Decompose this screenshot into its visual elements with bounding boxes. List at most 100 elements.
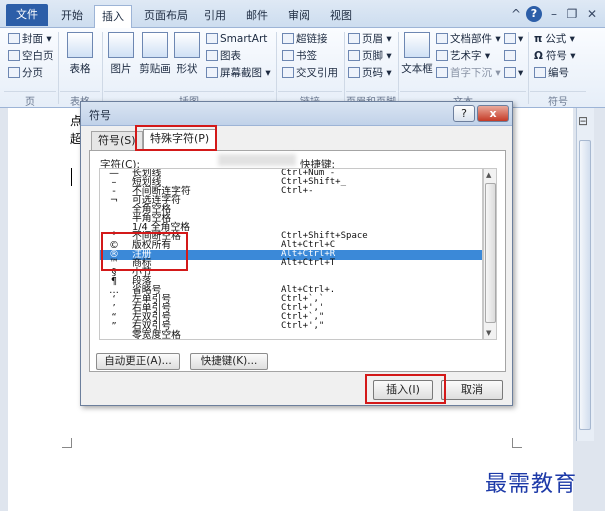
chart-label: 图表 [220, 50, 241, 62]
tab-insert[interactable]: 插入 [94, 5, 132, 29]
picture-button[interactable]: 图片 [104, 32, 138, 76]
help-icon[interactable]: ? [526, 6, 542, 22]
table-button[interactable]: 表格 [62, 32, 98, 76]
footer-label: 页脚 [362, 50, 383, 62]
tab-review[interactable]: 审阅 [282, 5, 316, 28]
page-number-icon [348, 67, 360, 78]
list-item-name: 零宽度空格 [132, 330, 181, 340]
registered-row-highlight [101, 232, 188, 271]
header-label: 页眉 [362, 33, 383, 45]
autocorrect-button[interactable]: 自动更正(A)... [96, 353, 180, 370]
drop-cap-icon [436, 67, 448, 78]
smartart-label: SmartArt [220, 33, 268, 45]
close-window-icon[interactable]: ✕ [584, 6, 600, 22]
object-button[interactable]: ▾ [504, 66, 523, 80]
date-time-icon [504, 50, 516, 61]
wordart-button[interactable]: 艺术字 ▾ [436, 49, 490, 63]
ruler-toggle-icon[interactable]: ⊟ [578, 114, 588, 128]
dialog-help-button[interactable]: ? [453, 105, 475, 122]
textbox-icon [404, 32, 430, 58]
screenshot-button[interactable]: 屏幕截图 ▾ [206, 66, 271, 80]
screenshot-icon [206, 67, 218, 78]
ribbon-tab-bar: 文件 开始 插入 页面布局 引用 邮件 审阅 视图 ^ ? – ❐ ✕ [0, 0, 605, 29]
page-break-label: 分页 [22, 67, 43, 79]
blank-page-label: 空白页 [22, 50, 54, 62]
cover-page-button[interactable]: 封面 ▾ [8, 32, 52, 46]
page-break-button[interactable]: 分页 [8, 66, 43, 80]
shapes-label: 形状 [176, 63, 198, 75]
quick-parts-button[interactable]: 文档部件 ▾ [436, 32, 501, 46]
blank-page-button[interactable]: 空白页 [8, 49, 54, 63]
dialog-close-button[interactable]: x [477, 105, 509, 122]
numbering-icon [534, 67, 546, 78]
tab-file[interactable]: 文件 [6, 4, 48, 26]
group-symbols-label: 符号 [530, 91, 586, 108]
dialog-title: 符号 [89, 109, 111, 122]
group-pages-label: 页 [4, 91, 56, 108]
hyperlink-button[interactable]: 超链接 [282, 32, 328, 46]
ribbon-separator [58, 32, 59, 104]
ribbon-separator [528, 32, 529, 104]
restore-window-icon[interactable]: ❐ [564, 6, 580, 22]
scroll-up-icon[interactable]: ▲ [486, 171, 491, 179]
minimize-window-icon[interactable]: – [546, 6, 562, 22]
numbering-button[interactable]: 编号 [534, 66, 569, 80]
page-number-button[interactable]: 页码 ▾ [348, 66, 392, 80]
tab-home[interactable]: 开始 [54, 5, 90, 28]
textbox-button[interactable]: 文本框 [400, 32, 434, 76]
scroll-down-icon[interactable]: ▼ [486, 329, 491, 337]
wordart-label: 艺术字 [450, 50, 482, 62]
signature-line-button[interactable]: ▾ [504, 32, 523, 46]
wordart-icon [436, 50, 448, 61]
special-tab-highlight [135, 125, 217, 151]
cover-page-label: 封面 [22, 33, 43, 45]
cover-page-icon [8, 33, 20, 44]
ribbon-separator [102, 32, 103, 104]
hyperlink-label: 超链接 [296, 33, 328, 45]
character-list-scroll-thumb[interactable] [485, 183, 496, 323]
header-button[interactable]: 页眉 ▾ [348, 32, 392, 46]
dialog-title-bar[interactable]: 符号 ? x [81, 102, 512, 126]
bookmark-button[interactable]: 书签 [282, 49, 317, 63]
tab-view[interactable]: 视图 [324, 5, 358, 28]
footer-button[interactable]: 页脚 ▾ [348, 49, 392, 63]
tab-mailings[interactable]: 邮件 [240, 5, 274, 28]
list-item[interactable]: 零宽度空格 [100, 330, 482, 340]
quick-parts-label: 文档部件 [450, 33, 492, 45]
textbox-label: 文本框 [401, 63, 433, 75]
clipart-label: 剪贴画 [139, 63, 171, 75]
date-time-button[interactable] [504, 49, 518, 63]
smartart-button[interactable]: SmartArt [206, 32, 267, 46]
cancel-button[interactable]: 取消 [441, 380, 503, 400]
clipart-button[interactable]: 剪贴画 [138, 32, 172, 76]
character-list-scrollbar[interactable]: ▲ ▼ [483, 168, 497, 340]
quick-parts-icon [436, 33, 448, 44]
object-icon [504, 67, 516, 78]
picture-label: 图片 [110, 63, 132, 75]
footer-icon [348, 50, 360, 61]
chart-button[interactable]: 图表 [206, 49, 241, 63]
document-scroll-thumb[interactable] [579, 140, 591, 430]
bookmark-label: 书签 [296, 50, 317, 62]
shortcut-key-button[interactable]: 快捷键(K)... [190, 353, 268, 370]
pi-icon: π [534, 33, 543, 45]
cross-reference-button[interactable]: 交叉引用 [282, 66, 338, 80]
ribbon-separator [398, 32, 399, 104]
drop-cap-button[interactable]: 首字下沉 ▾ [436, 66, 501, 80]
watermark-text: 最需教育 [485, 472, 578, 497]
tab-page-layout[interactable]: 页面布局 [138, 5, 194, 28]
cross-reference-label: 交叉引用 [296, 67, 338, 79]
shapes-button[interactable]: 形状 [172, 32, 202, 76]
symbol-button[interactable]: Ω 符号 ▾ [534, 49, 576, 63]
bookmark-icon [282, 50, 294, 61]
clipart-icon [142, 32, 168, 58]
minimize-ribbon-icon[interactable]: ^ [508, 6, 524, 22]
symbol-label: 符号 [545, 50, 567, 62]
ribbon-separator [344, 32, 345, 104]
equation-button[interactable]: π 公式 ▾ [534, 32, 575, 46]
numbering-label: 编号 [548, 67, 569, 79]
header-icon [348, 33, 360, 44]
tab-references[interactable]: 引用 [198, 5, 232, 28]
chart-icon [206, 50, 218, 61]
table-label: 表格 [69, 63, 91, 75]
